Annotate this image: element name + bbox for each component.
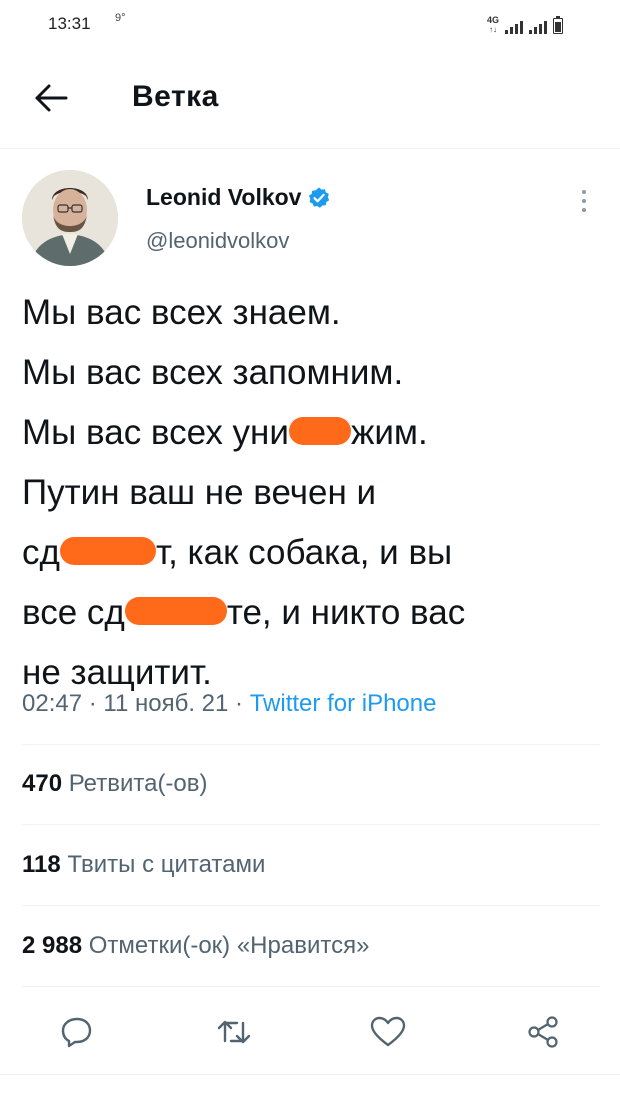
tweet-line: Мы вас всех запомним. (22, 353, 404, 392)
avatar[interactable] (22, 170, 118, 266)
page-title: Ветка (132, 80, 219, 113)
author-name-text: Leonid Volkov (146, 184, 302, 210)
divider (22, 905, 600, 906)
tweet-source-link[interactable]: Twitter for iPhone (250, 690, 437, 717)
more-vertical-icon (582, 190, 586, 212)
battery-icon (553, 16, 564, 34)
reply-icon (61, 1017, 92, 1048)
redaction-mark (288, 416, 351, 445)
divider (22, 986, 600, 987)
tweet-line: Мы вас всех уни жим. (22, 413, 428, 452)
retweets-stat[interactable]: 470 Ретвита(-ов) (22, 770, 208, 798)
more-options-button[interactable] (572, 186, 596, 216)
author-name[interactable]: Leonid Volkov (146, 184, 331, 211)
like-button[interactable] (366, 1010, 410, 1054)
arrow-left-icon (35, 84, 68, 112)
network-icon: 4G ↑↓ (487, 15, 500, 35)
tweet-time[interactable]: 02:47 (22, 690, 82, 717)
tweet-text: Мы вас всех знаем. Мы вас всех запомним.… (22, 283, 602, 703)
status-time: 13:31 (48, 14, 91, 33)
signal-icon (505, 18, 524, 34)
tweet-meta: 02:47 · 11 нояб. 21 · Twitter for iPhone (22, 690, 437, 717)
signal-icon-2 (529, 18, 548, 34)
like-icon (370, 1016, 406, 1047)
tweet-line: все сд те, и никто вас (22, 593, 466, 632)
tweet-line: Мы вас всех знаем. (22, 293, 341, 332)
divider (22, 744, 600, 745)
likes-stat[interactable]: 2 988 Отметки(-ок) «Нравится» (22, 932, 369, 960)
retweet-button[interactable] (212, 1010, 256, 1054)
tweet-date[interactable]: 11 нояб. 21 (103, 690, 228, 717)
back-button[interactable] (32, 80, 70, 116)
redaction-mark (59, 536, 156, 565)
share-icon (528, 1016, 558, 1048)
tweet-line: Путин ваш не вечен и (22, 473, 377, 512)
verified-badge-icon (309, 187, 330, 208)
retweet-icon (217, 1020, 251, 1044)
status-temperature: 9° (115, 12, 126, 24)
bottom-divider (0, 1074, 620, 1075)
reply-button[interactable] (55, 1010, 99, 1054)
redaction-mark (124, 596, 227, 625)
quotes-stat[interactable]: 118 Твиты с цитатами (22, 851, 265, 879)
author-handle[interactable]: @leonidvolkov (146, 228, 289, 254)
divider (22, 824, 600, 825)
header-divider (0, 148, 620, 149)
share-button[interactable] (521, 1010, 565, 1054)
tweet-line: сд т, как собака, и вы (22, 533, 453, 572)
status-icons: 4G ↑↓ (487, 12, 564, 35)
